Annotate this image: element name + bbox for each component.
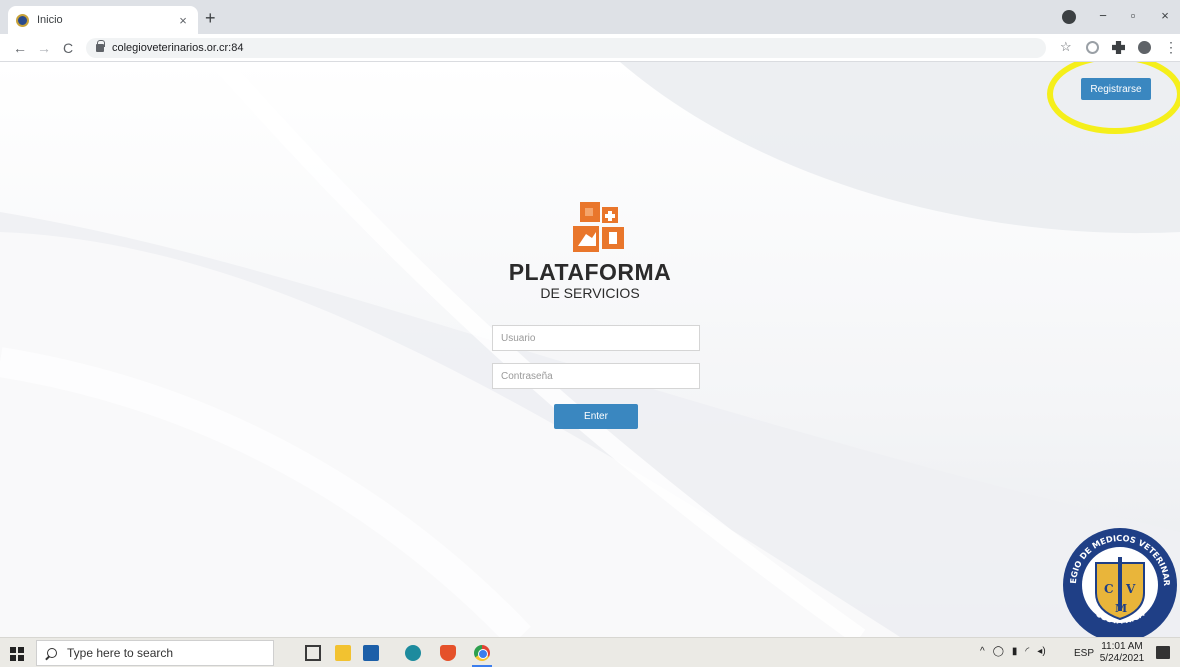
mic-icon[interactable]: ▮ [1012,646,1018,657]
browser-toolbar: ← → C colegioveterinarios.or.cr:84 ☆ ⋮ [0,34,1180,62]
system-tray: ^ ◯ ▮ ◜ ◂) [980,646,1046,657]
network-icon[interactable]: ◯ [993,646,1004,657]
chrome-browser-icon[interactable] [474,645,490,661]
login-page: Registrarse PLATAFORMA DE SERVICIOS Ente… [0,62,1180,637]
volume-icon[interactable]: ◂) [1037,646,1045,657]
file-explorer-icon[interactable] [335,645,351,661]
window-close-button[interactable]: × [1150,6,1180,26]
clock-time: 11:01 AM [1101,641,1143,652]
taskbar-clock[interactable]: 11:01 AM 5/24/2021 [1098,641,1146,665]
reload-button[interactable]: C [58,38,78,58]
windows-start-icon[interactable] [10,647,24,661]
logo-subtitle: DE SERVICIOS [540,285,640,301]
enter-button[interactable]: Enter [554,404,638,429]
search-icon [47,648,57,658]
clock-date: 5/24/2021 [1099,653,1145,664]
lock-icon[interactable] [96,40,105,52]
taskbar-search-placeholder: Type here to search [67,646,174,660]
tab-close-icon[interactable]: × [176,13,190,28]
username-input[interactable] [492,325,700,351]
input-language-indicator[interactable]: ESP [1074,648,1094,659]
password-input[interactable] [492,363,700,389]
college-seal-logo: COLEGIO DE MEDICOS VETERINARIOS COSTA RI… [1062,527,1177,637]
seal-letter-c: C [1104,582,1114,596]
bookmark-star-icon[interactable]: ☆ [1060,39,1072,55]
seal-letter-v: V [1125,582,1136,596]
site-favicon-icon [16,13,29,27]
browser-tab-inicio[interactable]: Inicio × [8,6,198,34]
seal-letter-m: M [1115,602,1127,615]
extension-icon[interactable] [1086,41,1099,54]
notification-center-icon[interactable] [1156,646,1170,659]
profile-avatar-icon[interactable] [1138,41,1151,54]
window-minimize-button[interactable]: − [1088,6,1118,26]
url-text[interactable]: colegioveterinarios.or.cr:84 [112,42,243,54]
edge-browser-icon[interactable] [405,645,421,661]
platform-logo-icon [573,202,624,252]
windows-taskbar: Type here to search ^ ◯ ▮ ◜ ◂) ESP 11:01… [0,637,1180,667]
window-maximize-button[interactable]: ▫ [1118,6,1148,26]
new-tab-button[interactable]: + [205,8,216,28]
chevron-up-icon[interactable]: ^ [980,646,985,657]
browser-tab-strip: Inicio × + − ▫ × [0,0,1180,34]
register-button[interactable]: Registrarse [1081,78,1151,100]
forward-button[interactable]: → [34,38,54,58]
wifi-icon[interactable]: ◜ [1025,646,1029,657]
browser-menu-icon[interactable]: ⋮ [1164,39,1178,56]
tab-search-icon[interactable] [1062,10,1076,24]
extensions-puzzle-icon[interactable] [1112,41,1125,54]
tab-title: Inicio [37,14,63,26]
back-button[interactable]: ← [10,38,30,58]
brave-browser-icon[interactable] [440,645,456,661]
taskbar-search-box[interactable]: Type here to search [36,640,274,666]
mail-icon[interactable] [363,645,379,661]
task-view-icon[interactable] [305,645,321,661]
address-bar[interactable]: colegioveterinarios.or.cr:84 [86,38,1046,58]
logo-title: PLATAFORMA [508,259,672,285]
